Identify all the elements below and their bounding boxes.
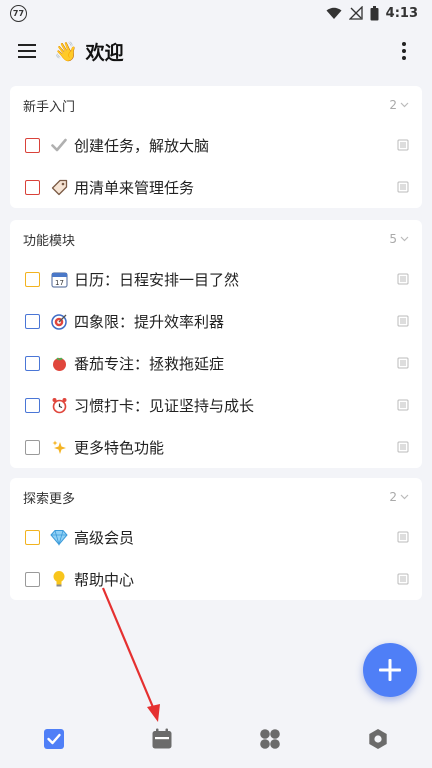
- svg-text:17: 17: [55, 279, 64, 287]
- section-count: 5: [389, 232, 409, 246]
- task-item[interactable]: 习惯打卡：见证坚持与成长: [10, 384, 422, 426]
- task-checkbox[interactable]: [25, 571, 40, 587]
- task-item[interactable]: 更多特色功能: [10, 426, 422, 468]
- chevron-down-icon: [400, 102, 409, 108]
- status-bar: 77 4:13: [0, 0, 432, 26]
- section-header[interactable]: 功能模块 5: [10, 220, 422, 258]
- note-icon: [397, 399, 409, 411]
- task-label: 创建任务，解放大脑: [74, 136, 210, 155]
- task-item[interactable]: 番茄专注：拯救拖延症: [10, 342, 422, 384]
- page-title: 👋 欢迎: [54, 38, 124, 65]
- status-time: 4:13: [385, 5, 418, 21]
- chevron-down-icon: [400, 494, 409, 500]
- section-count-value: 2: [389, 98, 397, 112]
- tomato-icon: [49, 353, 69, 373]
- more-options-icon[interactable]: [392, 39, 416, 63]
- note-icon: [397, 139, 409, 151]
- task-item[interactable]: 帮助中心: [10, 558, 422, 600]
- section-header[interactable]: 新手入门 2: [10, 86, 422, 124]
- app-bar: 👋 欢迎: [0, 26, 432, 76]
- light-bulb-icon: [49, 569, 69, 589]
- chevron-down-icon: [400, 236, 409, 242]
- section-title: 功能模块: [23, 233, 76, 249]
- nav-grid[interactable]: [240, 719, 300, 759]
- task-item[interactable]: 17 日历：日程安排一目了然: [10, 258, 422, 300]
- alarm-clock-icon: [49, 395, 69, 415]
- task-label: 高级会员: [74, 528, 135, 547]
- note-icon: [397, 273, 409, 285]
- task-label: 四象限：提升效率利器: [74, 312, 225, 331]
- diamond-icon: [49, 527, 69, 547]
- section-getting-started: 新手入门 2 创建任务，解放大脑 用清单来管理任务: [10, 86, 422, 208]
- note-icon: [397, 357, 409, 369]
- bottom-nav: [0, 710, 432, 768]
- task-item[interactable]: 四象限：提升效率利器: [10, 300, 422, 342]
- section-count: 2: [389, 490, 409, 504]
- sparkles-icon: [49, 437, 69, 457]
- task-item[interactable]: 用清单来管理任务: [10, 166, 422, 208]
- section-explore-more: 探索更多 2 高级会员 帮助中心: [10, 478, 422, 600]
- no-signal-icon: [348, 6, 363, 20]
- task-label: 日历：日程安排一目了然: [74, 270, 240, 289]
- section-count-value: 2: [389, 490, 397, 504]
- page-title-text: 欢迎: [85, 41, 124, 64]
- section-title: 探索更多: [23, 491, 76, 507]
- tag-icon: [49, 177, 69, 197]
- task-checkbox[interactable]: [25, 355, 40, 371]
- task-label: 用清单来管理任务: [74, 178, 195, 197]
- check-mark-icon: [49, 135, 69, 155]
- calendar-icon: [152, 728, 172, 749]
- task-checkbox[interactable]: [25, 397, 40, 413]
- section-count: 2: [389, 98, 409, 112]
- plus-icon: [379, 659, 401, 681]
- waving-hand-icon: 👋: [54, 40, 78, 63]
- task-checkbox[interactable]: [25, 313, 40, 329]
- note-icon: [397, 441, 409, 453]
- section-count-value: 5: [389, 232, 397, 246]
- note-icon: [397, 315, 409, 327]
- settings-hex-icon: [369, 729, 387, 749]
- task-checkbox[interactable]: [25, 137, 40, 153]
- task-checkbox[interactable]: [25, 179, 40, 195]
- target-icon: [49, 311, 69, 331]
- hamburger-menu-icon[interactable]: [16, 40, 38, 62]
- task-check-icon: [44, 729, 64, 749]
- calendar-emoji-icon: 17: [49, 269, 69, 289]
- task-checkbox[interactable]: [25, 529, 40, 545]
- note-icon: [397, 181, 409, 193]
- nav-settings[interactable]: [348, 719, 408, 759]
- grid-icon: [260, 729, 280, 749]
- task-checkbox[interactable]: [25, 439, 40, 455]
- add-task-button[interactable]: [363, 643, 417, 697]
- note-icon: [397, 531, 409, 543]
- task-label: 习惯打卡：见证坚持与成长: [74, 396, 255, 415]
- notification-badge: 77: [10, 4, 27, 22]
- task-label: 番茄专注：拯救拖延症: [74, 354, 225, 373]
- nav-calendar[interactable]: [132, 719, 192, 759]
- section-title: 新手入门: [23, 99, 76, 115]
- battery-icon: [370, 5, 379, 20]
- task-checkbox[interactable]: [25, 271, 40, 287]
- wifi-icon: [326, 7, 342, 19]
- note-icon: [397, 573, 409, 585]
- section-features: 功能模块 5 17 日历：日程安排一目了然 四象限：提升效率利器 番茄专注：拯救…: [10, 220, 422, 468]
- task-item[interactable]: 高级会员: [10, 516, 422, 558]
- task-item[interactable]: 创建任务，解放大脑: [10, 124, 422, 166]
- task-label: 更多特色功能: [74, 438, 165, 457]
- task-label: 帮助中心: [74, 570, 135, 589]
- nav-tasks[interactable]: [24, 719, 84, 759]
- section-header[interactable]: 探索更多 2: [10, 478, 422, 516]
